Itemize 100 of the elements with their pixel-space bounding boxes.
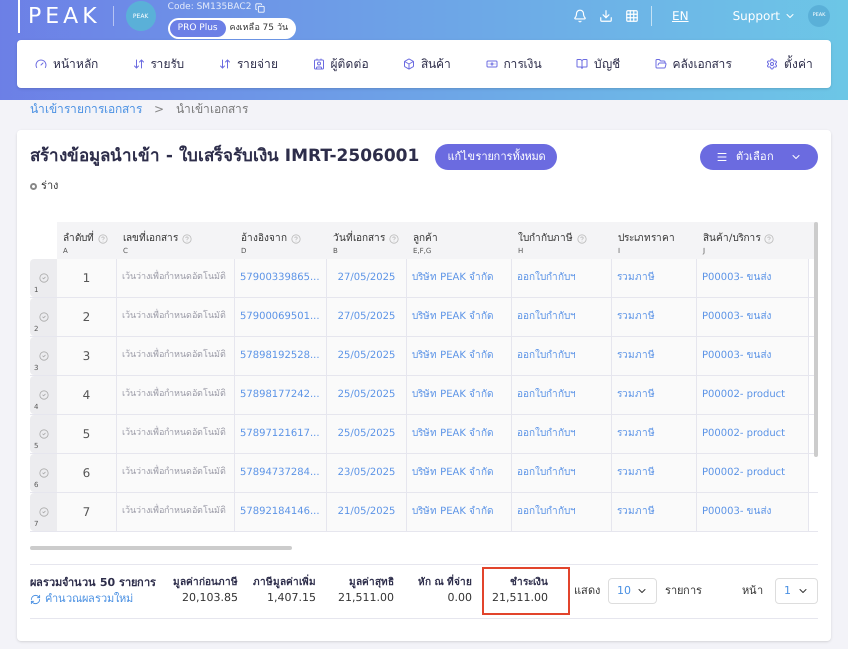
table-cell[interactable]: 57900339865... [235, 258, 327, 296]
nav-item[interactable]: หน้าหลัก [35, 55, 98, 73]
document-number-input[interactable]: เว้นว่างเพื่อกำหนดอัตโนมัติ [117, 492, 235, 530]
table-cell[interactable]: ออกใบกำกับฯ [512, 336, 612, 374]
table-cell[interactable]: ออกใบกำกับฯ [512, 414, 612, 452]
table-cell[interactable]: บริษัท PEAK จำกัด [407, 454, 512, 492]
table-cell[interactable]: ออกใบกำกับฯ [512, 298, 612, 336]
horizontal-scrollbar[interactable] [30, 546, 292, 550]
table-cell[interactable]: บริษัท PEAK จำกัด [407, 414, 512, 452]
nav-item[interactable]: ตั้งค่า [766, 55, 813, 73]
apps-grid-icon[interactable] [625, 9, 639, 23]
table-cell[interactable]: P00002- product [697, 454, 809, 492]
table-cell[interactable]: รวมภาษี [612, 376, 697, 414]
nav-item[interactable]: รายจ่าย [219, 55, 278, 73]
sequence-cell: 3 [57, 336, 117, 374]
nav-item[interactable]: สินค้า [403, 55, 451, 73]
nav-item[interactable]: การเงิน [486, 55, 542, 73]
help-icon[interactable] [291, 234, 301, 244]
table-cell[interactable]: 27/05/2025 [327, 258, 407, 296]
box-icon [403, 58, 415, 70]
table-cell[interactable]: 27/05/2025 [327, 298, 407, 336]
table-cell[interactable]: บริษัท PEAK จำกัด [407, 298, 512, 336]
total-count-label: ผลรวมจำนวน 50 รายการ [30, 574, 157, 590]
nav-item[interactable]: คลังเอกสาร [654, 55, 732, 73]
nav-item[interactable]: ผู้ติดต่อ [312, 55, 368, 73]
table-cell[interactable]: รวมภาษี [612, 492, 697, 530]
table-cell[interactable]: ออกใบกำกับฯ [512, 376, 612, 414]
help-icon[interactable] [182, 234, 192, 244]
table-cell[interactable]: รวมภาษี [612, 414, 697, 452]
table-cell[interactable]: P00003- ขนส่ง [697, 336, 809, 374]
page-select[interactable]: 1 [775, 578, 818, 604]
column-label: ลำดับที่ [63, 231, 94, 246]
table-cell[interactable]: 25/05/2025 [327, 376, 407, 414]
column-label: วันที่เอกสาร [333, 231, 385, 246]
table-cell[interactable]: ออกใบกำกับฯ [512, 258, 612, 296]
table-cell[interactable]: รวมภาษี [612, 258, 697, 296]
table-cell[interactable]: บริษัท PEAK จำกัด [407, 492, 512, 530]
table-cell[interactable]: บริษัท PEAK จำกัด [407, 376, 512, 414]
logo[interactable]: PEAK [18, 0, 101, 32]
table-cell[interactable]: P00003- ขนส่ง [697, 492, 809, 530]
status-label: ร่าง [41, 178, 58, 194]
document-number-input[interactable]: เว้นว่างเพื่อกำหนดอัตโนมัติ [117, 336, 235, 374]
document-number-input[interactable]: เว้นว่างเพื่อกำหนดอัตโนมัติ [117, 298, 235, 336]
edit-all-button[interactable]: แก้ไขรายการทั้งหมด [435, 144, 558, 170]
help-icon[interactable] [764, 234, 774, 244]
recalculate-link[interactable]: คำนวณผลรวมใหม่ [30, 591, 160, 608]
document-number-input[interactable]: เว้นว่างเพื่อกำหนดอัตโนมัติ [117, 258, 235, 296]
table-cell[interactable]: 57898177242... [235, 376, 327, 414]
total-label: ภาษีมูลค่าเพิ่ม [253, 575, 316, 590]
language-link[interactable]: EN [672, 7, 689, 25]
table-cell[interactable]: 57892184146... [235, 492, 327, 530]
table-cell[interactable]: 57900069501... [235, 298, 327, 336]
table-cell[interactable]: 57894737284... [235, 454, 327, 492]
table-cell[interactable]: P00002- product [697, 414, 809, 452]
table-cell[interactable]: ออกใบกำกับฯ [512, 492, 612, 530]
table-cell[interactable]: 57897121617... [235, 414, 327, 452]
table-cell[interactable]: 23/05/2025 [327, 454, 407, 492]
book-icon [576, 58, 588, 70]
support-menu[interactable]: Support [732, 7, 796, 25]
breadcrumb-separator: > [154, 101, 164, 118]
document-number-input[interactable]: เว้นว่างเพื่อกำหนดอัตโนมัติ [117, 454, 235, 492]
table-cell[interactable]: รวมภาษี [612, 336, 697, 374]
table-cell[interactable]: บริษัท PEAK จำกัด [407, 336, 512, 374]
document-number-input[interactable]: เว้นว่างเพื่อกำหนดอัตโนมัติ [117, 414, 235, 452]
nav-item[interactable]: รายรับ [132, 55, 184, 73]
download-icon[interactable] [599, 9, 613, 23]
table-cell[interactable]: ออกใบกำกับฯ [512, 454, 612, 492]
copy-icon[interactable] [255, 2, 266, 13]
sequence-cell: 2 [57, 298, 117, 336]
table-cell[interactable]: 21/05/2025 [327, 492, 407, 530]
total-label: ชำระเงิน [510, 576, 548, 590]
total-value: 0.00 [448, 590, 472, 606]
sequence-cell: 4 [57, 376, 117, 414]
table-cell[interactable]: บริษัท PEAK จำกัด [407, 258, 512, 296]
bell-icon[interactable] [573, 9, 587, 23]
banknote-icon [486, 58, 498, 70]
help-icon[interactable] [577, 234, 587, 244]
table-cell[interactable]: 57898192528... [235, 336, 327, 374]
breadcrumb-current: นำเข้าเอกสาร [176, 101, 248, 118]
nav-item[interactable]: บัญชี [576, 55, 620, 73]
table-cell[interactable]: P00003- ขนส่ง [697, 258, 809, 296]
document-number-input[interactable]: เว้นว่างเพื่อกำหนดอัตโนมัติ [117, 376, 235, 414]
check-circle-icon [38, 272, 48, 282]
plan-badge: PRO Plus [170, 20, 226, 37]
options-button[interactable]: ตัวเลือก [700, 144, 818, 170]
table-cell[interactable]: รวมภาษี [612, 454, 697, 492]
column-label: สินค้า/บริการ [703, 232, 760, 246]
vertical-scrollbar[interactable] [814, 222, 818, 456]
check-circle-icon [38, 428, 48, 438]
table-cell[interactable]: P00002- product [697, 376, 809, 414]
table-cell[interactable]: P00003- ขนส่ง [697, 298, 809, 336]
breadcrumb-link[interactable]: นำเข้ารายการเอกสาร [30, 100, 142, 118]
help-icon[interactable] [389, 234, 399, 244]
column-label: เลขที่เอกสาร [123, 231, 178, 246]
page-size-select[interactable]: 10 [608, 578, 657, 604]
check-circle-icon [38, 312, 48, 322]
table-cell[interactable]: รวมภาษี [612, 298, 697, 336]
help-icon[interactable] [98, 234, 108, 244]
table-cell[interactable]: 25/05/2025 [327, 414, 407, 452]
table-cell[interactable]: 25/05/2025 [327, 336, 407, 374]
